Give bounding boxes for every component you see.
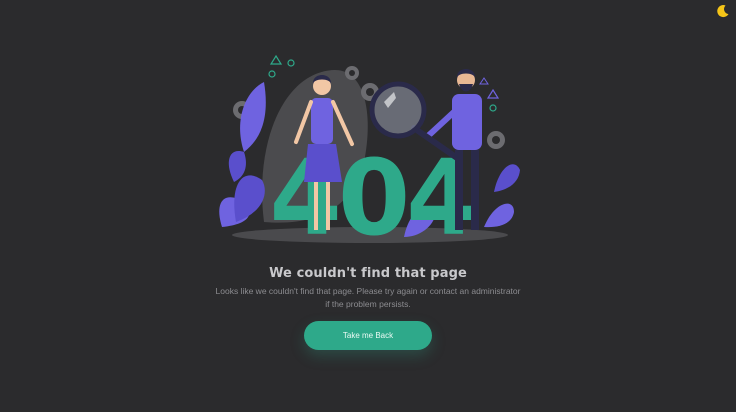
404-text: 404 xyxy=(269,137,474,250)
error-description: Looks like we couldn't find that page. P… xyxy=(208,285,528,310)
take-me-back-button[interactable]: Take me Back xyxy=(304,321,432,350)
404-illustration: 404 xyxy=(214,52,526,259)
description-line-1: Looks like we couldn't find that page. P… xyxy=(215,286,521,296)
description-line-2: if the problem persists. xyxy=(325,298,411,309)
not-found-page: 404 We couldn't find that page Looks lik… xyxy=(0,0,736,412)
page-title: We couldn't find that page xyxy=(269,266,467,281)
theme-toggle-button[interactable] xyxy=(716,4,730,18)
moon-icon xyxy=(717,5,729,18)
